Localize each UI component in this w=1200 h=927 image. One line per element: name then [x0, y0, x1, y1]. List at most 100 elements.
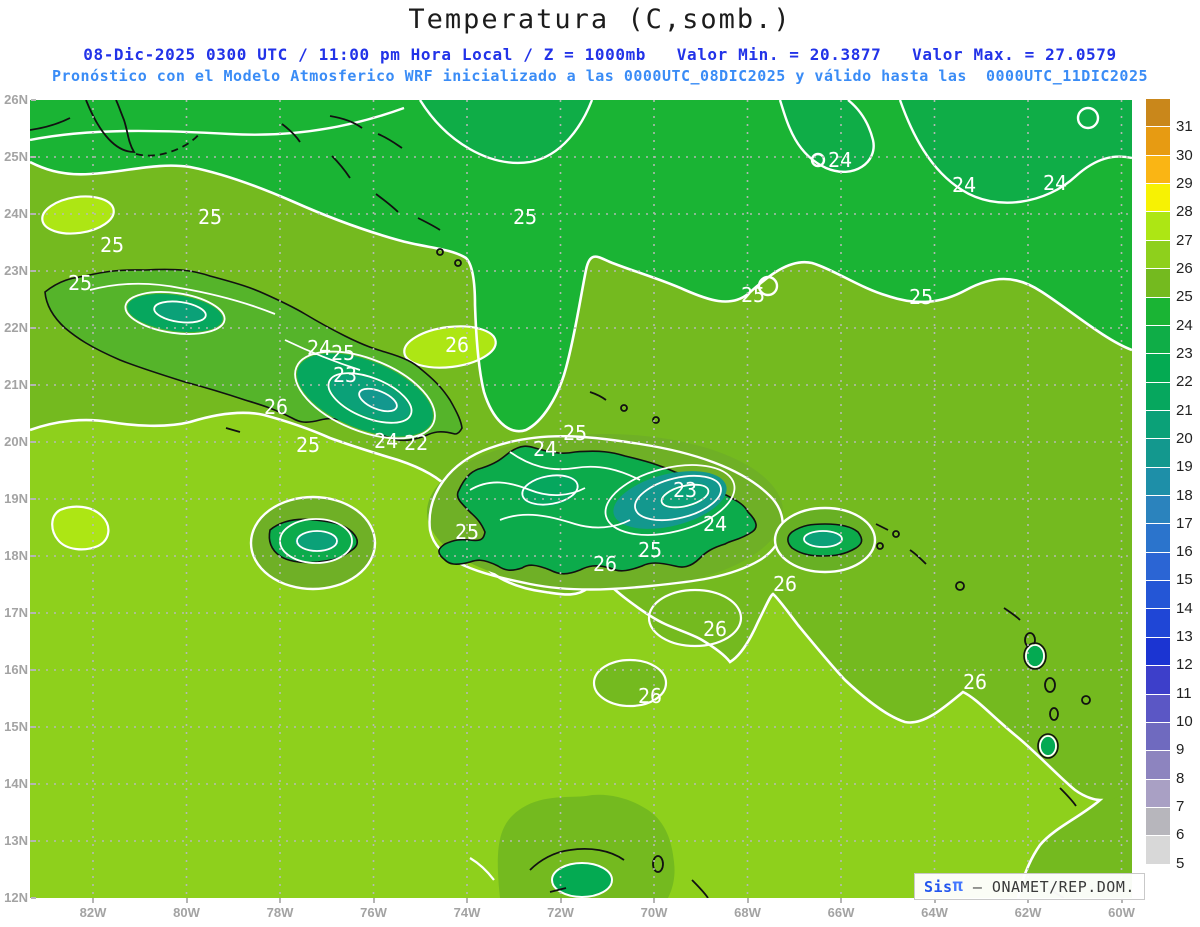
lon-axis-tick: [186, 898, 188, 903]
lat-axis-tick: [31, 327, 36, 329]
contour-label: 26: [593, 552, 617, 576]
colorbar-tick-label: 9: [1176, 741, 1200, 758]
colorbar-tick-label: 28: [1176, 203, 1200, 220]
colorbar-cell: [1146, 581, 1170, 608]
contour-label: 25: [296, 433, 320, 457]
lon-axis-label: 78W: [258, 905, 302, 920]
jamaica-core: [295, 530, 339, 552]
colorbar-cell: [1146, 326, 1170, 353]
contour-label: 24: [1043, 171, 1067, 195]
lat-axis-tick: [31, 612, 36, 614]
colorbar-tick-label: 20: [1176, 430, 1200, 447]
lon-axis-label: 72W: [539, 905, 583, 920]
colorbar-tick-label: 17: [1176, 515, 1200, 532]
colorbar-tick-label: 19: [1176, 458, 1200, 475]
contour-label: 26: [773, 572, 797, 596]
contour-label: 25: [455, 520, 479, 544]
colorbar-cell: [1146, 666, 1170, 693]
colorbar-cell: [1146, 553, 1170, 580]
lat-axis-tick: [31, 156, 36, 158]
weather-chart-page: Temperatura (C,somb.) 08-Dic-2025 0300 U…: [0, 0, 1200, 927]
lon-axis-label: 74W: [445, 905, 489, 920]
contour-label: 24: [307, 336, 331, 360]
contour-label: 25: [638, 538, 662, 562]
contour-label: 25: [331, 341, 355, 365]
contour-label: 24: [952, 173, 976, 197]
lat-axis-label: 15N: [2, 719, 28, 734]
page-title: Temperatura (C,somb.): [0, 4, 1200, 35]
lat-axis-label: 21N: [2, 377, 28, 392]
lat-axis-tick: [31, 441, 36, 443]
colorbar-cell: [1146, 609, 1170, 636]
lon-axis-label: 64W: [913, 905, 957, 920]
sispi-logo-text: Sis: [924, 878, 953, 896]
lat-axis-label: 24N: [2, 206, 28, 221]
lon-axis-label: 80W: [165, 905, 209, 920]
lat-axis-tick: [31, 384, 36, 386]
colorbar-cell: [1146, 212, 1170, 239]
colorbar: [1146, 99, 1170, 892]
colorbar-cell: [1146, 836, 1170, 863]
lat-axis-tick: [31, 840, 36, 842]
contour-label: 24: [703, 512, 727, 536]
model-info-line: Pronóstico con el Modelo Atmosferico WRF…: [0, 67, 1200, 85]
colorbar-cell: [1146, 99, 1170, 126]
lat-axis-tick: [31, 99, 36, 101]
lat-axis-tick: [31, 897, 36, 899]
lon-axis-label: 82W: [71, 905, 115, 920]
colorbar-tick-label: 13: [1176, 628, 1200, 645]
colorbar-tick-label: 14: [1176, 600, 1200, 617]
colorbar-tick-label: 22: [1176, 373, 1200, 390]
lat-axis-tick: [31, 555, 36, 557]
colorbar-cell: [1146, 751, 1170, 778]
colorbar-cell: [1146, 524, 1170, 551]
lon-axis-tick: [92, 898, 94, 903]
contour-label: 23: [333, 363, 357, 387]
colorbar-cell: [1146, 241, 1170, 268]
colorbar-cell: [1146, 808, 1170, 835]
colorbar-tick-label: 30: [1176, 147, 1200, 164]
colorbar-tick-label: 6: [1176, 826, 1200, 843]
colorbar-tick-label: 7: [1176, 798, 1200, 815]
colorbar-tick-label: 24: [1176, 317, 1200, 334]
colorbar-tick-label: 11: [1176, 685, 1200, 702]
lat-axis-tick: [31, 498, 36, 500]
lat-axis-label: 22N: [2, 320, 28, 335]
lon-axis-label: 68W: [726, 905, 770, 920]
lon-axis-tick: [373, 898, 375, 903]
colorbar-tick-label: 27: [1176, 232, 1200, 249]
colorbar-cell: [1146, 354, 1170, 381]
colorbar-cell: [1146, 468, 1170, 495]
watermark: Sisπ – ONAMET/REP.DOM.: [914, 873, 1145, 900]
colorbar-cell: [1146, 638, 1170, 665]
contour-label: 26: [638, 684, 662, 708]
colorbar-cell: [1146, 439, 1170, 466]
watermark-agency-text: – ONAMET/REP.DOM.: [963, 878, 1135, 896]
contour-label: 25: [513, 205, 537, 229]
lon-axis-label: 62W: [1006, 905, 1050, 920]
lat-axis-tick: [31, 783, 36, 785]
colorbar-cell: [1146, 411, 1170, 438]
contour-label: 25: [909, 285, 933, 309]
lon-axis-tick: [466, 898, 468, 903]
lon-axis-tick: [840, 898, 842, 903]
lon-axis-label: 60W: [1100, 905, 1144, 920]
temperature-map: 2525252525252424242425232626252422252423…: [30, 100, 1132, 898]
pi-symbol: π: [953, 879, 964, 894]
colorbar-tick-label: 18: [1176, 487, 1200, 504]
colorbar-tick-label: 23: [1176, 345, 1200, 362]
colorbar-tick-label: 31: [1176, 118, 1200, 135]
lon-axis-label: 66W: [819, 905, 863, 920]
lat-axis-label: 16N: [2, 662, 28, 677]
lat-axis-label: 23N: [2, 263, 28, 278]
colorbar-cell: [1146, 269, 1170, 296]
contour-label: 26: [445, 333, 469, 357]
colorbar-cell: [1146, 723, 1170, 750]
lat-axis-label: 13N: [2, 833, 28, 848]
lon-axis-tick: [279, 898, 281, 903]
lon-axis-tick: [653, 898, 655, 903]
colorbar-tick-label: 29: [1176, 175, 1200, 192]
contour-label: 25: [68, 271, 92, 295]
contour-label: 24: [828, 148, 852, 172]
colorbar-tick-label: 12: [1176, 656, 1200, 673]
